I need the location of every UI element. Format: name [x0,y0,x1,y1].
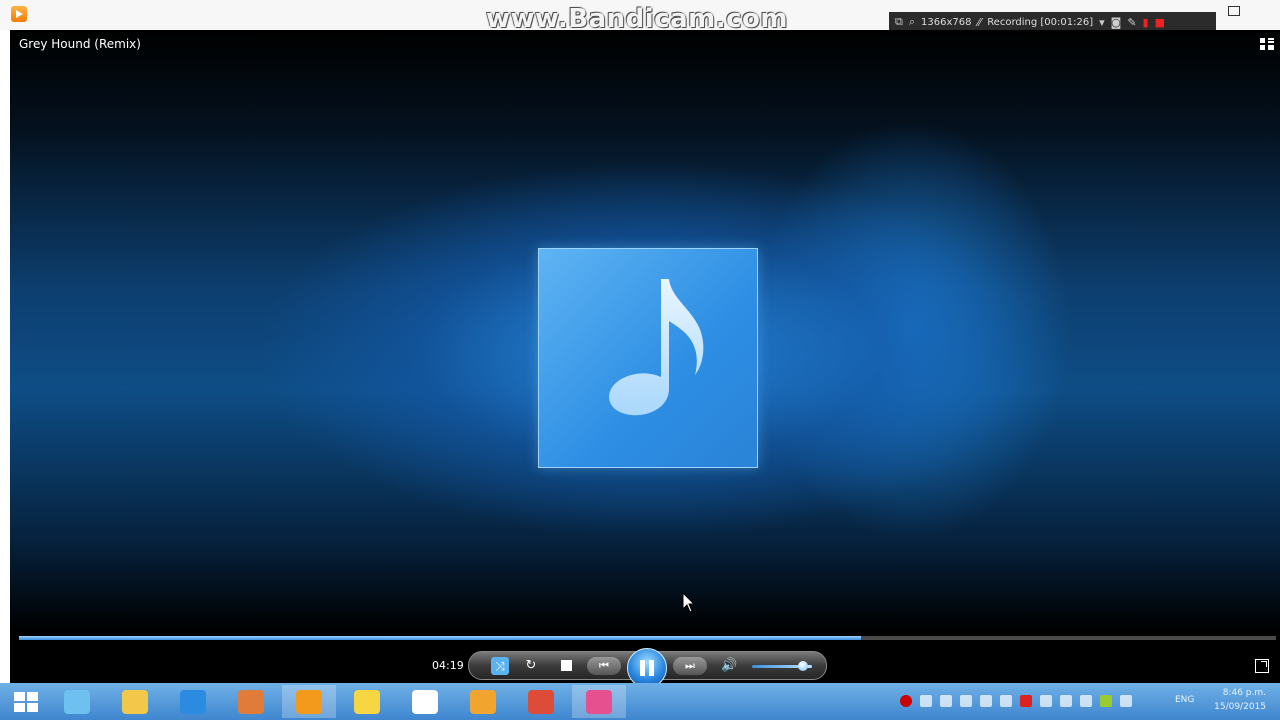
taskbar-app[interactable] [282,685,336,718]
recording-resolution: 1366x768 [921,16,972,28]
network-tray-icon[interactable] [920,695,932,707]
media-tool-icon [238,689,264,714]
stop-record-icon[interactable]: ■ [1155,16,1165,29]
taskbar-app[interactable] [108,685,162,718]
file-explorer-icon [64,689,90,714]
flag-tray-icon[interactable] [1120,695,1132,707]
taskbar-app[interactable] [514,685,568,718]
album-art [538,248,758,468]
taskbar-app[interactable] [456,685,510,718]
fl-studio-icon [470,689,496,714]
taskbar: ENG 8:46 p.m. 15/09/2015 [0,683,1280,720]
now-playing-view: Grey Hound (Remix) 04:19 ⤨ ↻ ⏮ ⏭ 🔊 [10,30,1280,683]
restore-window-button[interactable] [1228,6,1240,16]
shuffle-button[interactable]: ⤨ [491,657,509,675]
recorder-toolbar: ⧉ ⌕ 1366x768 ⁄⁄ Recording [00:01:26] ▾ ◙… [889,12,1216,32]
taskbar-app[interactable] [166,685,220,718]
mute-button[interactable]: 🔊 [721,658,737,674]
seek-bar-progress [19,636,862,640]
folder-icon [122,689,148,714]
camera-icon[interactable]: ◙ [1111,16,1122,29]
battery-tray-icon[interactable] [1080,695,1092,707]
window-mode-icon[interactable]: ⧉ [895,15,903,29]
next-button[interactable]: ⏭ [673,657,707,675]
elapsed-time: 04:19 [432,659,464,672]
playback-controls: ⤨ ↻ ⏮ ⏭ 🔊 [468,648,827,683]
clock-date: 15/09/2015 [1214,702,1266,712]
seek-bar[interactable] [19,636,1276,640]
media-player-icon [296,689,322,714]
clock-time: 8:46 p.m. [1222,688,1266,698]
taskbar-app[interactable] [398,685,452,718]
pdf-tray-icon[interactable] [1020,695,1032,707]
chevron-down-icon[interactable]: ▾ [1099,16,1105,29]
stop-button[interactable] [561,660,572,671]
chrome-icon [528,689,554,714]
windows-start-icon[interactable] [14,692,38,712]
taskbar-app[interactable] [340,685,394,718]
taskbar-app[interactable] [224,685,278,718]
record-tray-icon[interactable] [900,695,912,707]
android-tray-icon[interactable] [1100,695,1112,707]
mouse-cursor-icon [682,592,696,613]
cloud-tray-icon[interactable] [1000,695,1012,707]
pencil-icon[interactable]: ✎ [1127,16,1136,29]
pause-record-icon[interactable]: ▮ [1143,16,1149,29]
search-icon[interactable]: ⌕ [909,15,915,29]
document-icon [412,689,438,714]
track-title: Grey Hound (Remix) [19,37,141,51]
system-tray [900,695,1132,707]
itunes-icon [586,689,612,714]
sync-tray-icon[interactable] [980,695,992,707]
music-note-icon [609,279,704,416]
input-language[interactable]: ENG [1175,695,1194,705]
clock[interactable]: 8:46 p.m. 15/09/2015 [1210,686,1266,714]
media-player-app-icon [11,6,27,22]
speaker-tray-icon[interactable] [1040,695,1052,707]
signal-tray-icon[interactable] [1060,695,1072,707]
taskbar-app[interactable] [50,685,104,718]
taskbar-app[interactable] [572,685,626,718]
antivirus-tray-icon[interactable] [960,695,972,707]
switch-to-library-icon[interactable] [1260,38,1274,50]
display-tray-icon[interactable] [940,695,952,707]
repeat-button[interactable]: ↻ [523,658,539,674]
previous-button[interactable]: ⏮ [587,657,621,675]
fullscreen-icon[interactable] [1255,659,1269,673]
recording-status: Recording [00:01:26] [987,16,1094,28]
resolution-chevron-icon: ⁄⁄ [977,15,982,29]
internet-explorer-icon [180,689,206,714]
pause-button[interactable] [627,648,667,683]
sun-app-icon [354,689,380,714]
volume-slider-handle[interactable] [798,661,808,671]
window-top-strip: www.Bandicam.com ⧉ ⌕ 1366x768 ⁄⁄ Recordi… [0,0,1280,34]
